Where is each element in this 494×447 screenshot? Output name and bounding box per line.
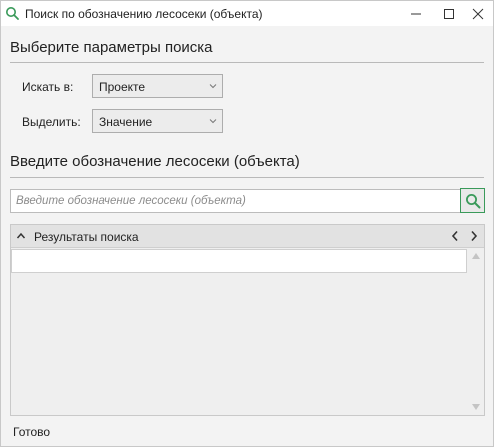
results-header[interactable]: Результаты поиска xyxy=(11,225,484,248)
designation-section-title: Введите обозначение лесосеки (объекта) xyxy=(10,153,300,170)
next-result-button[interactable] xyxy=(467,228,481,244)
select-mode-select[interactable]: Значение xyxy=(92,109,223,133)
maximize-icon xyxy=(444,8,454,19)
search-in-value: Проекте xyxy=(99,80,146,94)
title-bar[interactable]: Поиск по обозначению лесосеки (объекта) xyxy=(1,1,493,26)
search-button[interactable] xyxy=(460,188,485,213)
status-text: Готово xyxy=(13,425,51,439)
search-in-label: Искать в: xyxy=(22,80,74,94)
minimize-icon xyxy=(411,13,421,14)
results-scrollbar[interactable] xyxy=(468,249,484,415)
window-title: Поиск по обозначению лесосеки (объекта) xyxy=(25,7,263,21)
minimize-button[interactable] xyxy=(401,1,431,26)
params-divider xyxy=(10,62,484,63)
select-mode-value: Значение xyxy=(99,115,153,129)
designation-field[interactable] xyxy=(10,189,461,213)
maximize-button[interactable] xyxy=(434,1,464,26)
designation-divider xyxy=(10,177,484,178)
results-panel: Результаты поиска xyxy=(10,224,485,416)
search-window: Поиск по обозначению лесосеки (объекта) … xyxy=(0,0,494,447)
search-icon xyxy=(465,193,480,208)
scroll-up-icon[interactable] xyxy=(472,253,480,259)
select-label: Выделить: xyxy=(22,115,81,129)
scroll-down-icon[interactable] xyxy=(472,404,480,410)
chevron-up-icon[interactable] xyxy=(16,232,26,240)
search-icon xyxy=(5,6,19,20)
chevron-down-icon xyxy=(209,119,217,124)
chevron-right-icon xyxy=(471,230,478,242)
search-in-select[interactable]: Проекте xyxy=(92,74,223,98)
close-button[interactable] xyxy=(463,1,493,26)
close-icon xyxy=(472,8,484,19)
params-section-title: Выберите параметры поиска xyxy=(10,39,213,56)
chevron-left-icon xyxy=(451,230,458,242)
designation-input[interactable] xyxy=(11,190,460,212)
results-title: Результаты поиска xyxy=(34,230,139,244)
previous-result-button[interactable] xyxy=(448,228,462,244)
results-list-row[interactable] xyxy=(11,249,467,273)
chevron-down-icon xyxy=(209,84,217,89)
